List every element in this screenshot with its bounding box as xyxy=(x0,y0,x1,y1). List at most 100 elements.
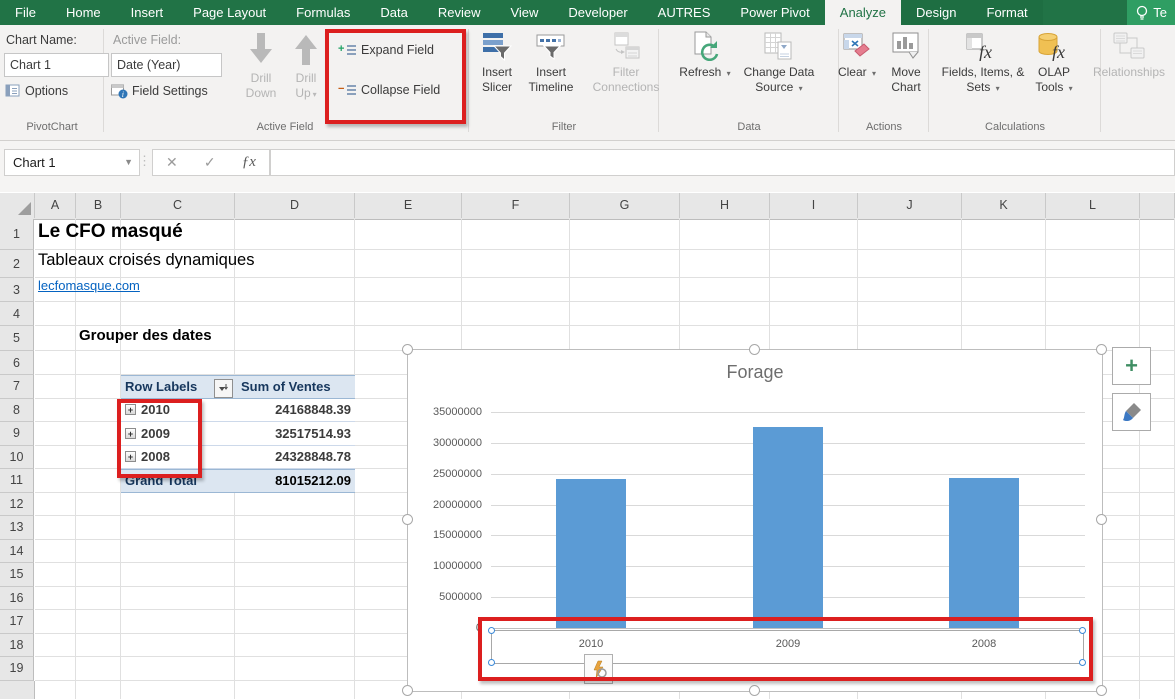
olap-tools-button[interactable]: fx OLAP Tools ▾ xyxy=(1024,31,1084,96)
pivot-row-value[interactable]: 24328848.78 xyxy=(235,449,355,464)
row-header-18[interactable]: 18 xyxy=(0,634,34,658)
pivot-chart[interactable]: Forage 350000003000000025000000200000001… xyxy=(407,349,1103,692)
options-button[interactable]: Options xyxy=(5,83,68,99)
column-header-K[interactable]: K xyxy=(962,193,1046,218)
collapse-field-button[interactable]: − Collapse Field xyxy=(338,83,440,97)
pivot-row-label[interactable]: +2009 xyxy=(121,426,235,441)
row-header-17[interactable]: 17 xyxy=(0,610,34,634)
row-header-13[interactable]: 13 xyxy=(0,516,34,540)
expand-field-button[interactable]: + Expand Field xyxy=(338,43,434,57)
drill-down-button[interactable]: Drill Down xyxy=(239,31,283,101)
pivot-row-value[interactable]: 32517514.93 xyxy=(235,426,355,441)
drill-quick-explore-button[interactable] xyxy=(584,654,613,684)
column-header-H[interactable]: H xyxy=(680,193,770,218)
column-header-D[interactable]: D xyxy=(235,193,355,218)
pivot-row-label[interactable]: +2010 xyxy=(121,402,235,417)
tab-view[interactable]: View xyxy=(495,0,553,25)
row-header-15[interactable]: 15 xyxy=(0,563,34,587)
insert-slicer-button[interactable]: Insert Slicer xyxy=(472,31,522,95)
tab-file[interactable]: File xyxy=(0,0,51,25)
drill-up-button[interactable]: Drill Up▾ xyxy=(284,31,328,102)
insert-timeline-button[interactable]: Insert Timeline xyxy=(520,31,582,95)
column-header-F[interactable]: F xyxy=(462,193,570,218)
active-field-input[interactable]: Date (Year) xyxy=(111,53,222,77)
select-all-button[interactable] xyxy=(0,193,35,218)
clear-button[interactable]: Clear ▾ xyxy=(837,31,877,81)
pivot-row-2008[interactable]: +200824328848.78 xyxy=(121,446,355,470)
refresh-button[interactable]: Refresh ▾ xyxy=(677,31,733,81)
pivot-row-2009[interactable]: +200932517514.93 xyxy=(121,422,355,446)
column-header-I[interactable]: I xyxy=(770,193,858,218)
change-data-source-button[interactable]: Change Data Source ▾ xyxy=(735,31,823,96)
column-header-A[interactable]: A xyxy=(35,193,76,218)
x-axis-label-2010[interactable]: 2010 xyxy=(556,638,626,650)
tab-autres[interactable]: AUTRES xyxy=(643,0,726,25)
filter-connections-button[interactable]: Filter Connections xyxy=(586,31,666,95)
cell-subtitle[interactable]: Tableaux croisés dynamiques xyxy=(38,251,254,270)
tab-formulas[interactable]: Formulas xyxy=(281,0,365,25)
chart-selection-handle[interactable] xyxy=(749,685,760,696)
column-header-E[interactable]: E xyxy=(355,193,462,218)
relationships-button[interactable]: Relationships xyxy=(1085,31,1173,80)
pivot-header-values[interactable]: Sum of Ventes xyxy=(235,379,355,394)
row-header-16[interactable]: 16 xyxy=(0,587,34,611)
insert-function-icon[interactable]: ƒx xyxy=(242,154,256,171)
cell-hyperlink[interactable]: lecfomasque.com xyxy=(38,278,140,293)
pivot-total-value[interactable]: 81015212.09 xyxy=(235,473,355,488)
tell-me-box[interactable]: Te xyxy=(1127,0,1175,25)
row-header-5[interactable]: 5 xyxy=(0,326,34,351)
tab-insert[interactable]: Insert xyxy=(116,0,179,25)
chart-elements-button[interactable]: + xyxy=(1112,347,1151,385)
axis-selection-handle[interactable] xyxy=(488,627,495,634)
row-header-1[interactable]: 1 xyxy=(0,219,34,250)
tab-design[interactable]: Design xyxy=(901,0,971,25)
x-axis-label-2009[interactable]: 2009 xyxy=(753,638,823,650)
chart-selection-handle[interactable] xyxy=(1096,514,1107,525)
pivot-row-label[interactable]: +2008 xyxy=(121,449,235,464)
tab-format[interactable]: Format xyxy=(972,0,1043,25)
column-header-B[interactable]: B xyxy=(76,193,121,218)
chart-selection-handle[interactable] xyxy=(1096,685,1107,696)
cancel-icon[interactable]: ✕ xyxy=(166,154,178,171)
cell-title[interactable]: Le CFO masqué xyxy=(38,221,183,243)
expand-item-button[interactable]: + xyxy=(125,451,136,462)
row-header-8[interactable]: 8 xyxy=(0,399,34,423)
name-box[interactable]: Chart 1 ▼ xyxy=(4,149,140,176)
row-header-9[interactable]: 9 xyxy=(0,422,34,446)
row-header-3[interactable]: 3 xyxy=(0,278,34,302)
tab-developer[interactable]: Developer xyxy=(553,0,642,25)
row-header-6[interactable]: 6 xyxy=(0,351,34,375)
axis-selection-handle[interactable] xyxy=(488,659,495,666)
tab-page-layout[interactable]: Page Layout xyxy=(178,0,281,25)
row-header-10[interactable]: 10 xyxy=(0,446,34,470)
axis-selection-handle[interactable] xyxy=(1079,659,1086,666)
field-settings-button[interactable]: i Field Settings xyxy=(111,83,208,99)
pivot-row-value[interactable]: 24168848.39 xyxy=(235,402,355,417)
expand-item-button[interactable]: + xyxy=(125,404,136,415)
pivot-total-label[interactable]: Grand Total xyxy=(121,473,235,488)
column-header-L[interactable]: L xyxy=(1046,193,1140,218)
chart-selection-handle[interactable] xyxy=(1096,344,1107,355)
chart-bar-2008[interactable] xyxy=(949,478,1019,628)
formula-input[interactable] xyxy=(270,149,1175,176)
tab-review[interactable]: Review xyxy=(423,0,496,25)
chart-selection-handle[interactable] xyxy=(402,514,413,525)
chart-name-input[interactable]: Chart 1 xyxy=(4,53,109,77)
chart-bar-2009[interactable] xyxy=(753,427,823,628)
row-header-14[interactable]: 14 xyxy=(0,540,34,564)
fields-items-sets-button[interactable]: fx Fields, Items, & Sets ▾ xyxy=(941,31,1025,96)
tab-power-pivot[interactable]: Power Pivot xyxy=(725,0,824,25)
tab-home[interactable]: Home xyxy=(51,0,116,25)
cell-heading[interactable]: Grouper des dates xyxy=(79,327,212,344)
pivot-row-2010[interactable]: +201024168848.39 xyxy=(121,399,355,423)
column-header-J[interactable]: J xyxy=(858,193,962,218)
row-header-12[interactable]: 12 xyxy=(0,493,34,517)
axis-selection-handle[interactable] xyxy=(1079,627,1086,634)
column-header-extra[interactable] xyxy=(1140,193,1175,218)
expand-item-button[interactable]: + xyxy=(125,428,136,439)
row-header-11[interactable]: 11 xyxy=(0,469,34,493)
chart-selection-handle[interactable] xyxy=(749,344,760,355)
column-header-G[interactable]: G xyxy=(570,193,680,218)
chart-selection-handle[interactable] xyxy=(402,685,413,696)
chart-selection-handle[interactable] xyxy=(402,344,413,355)
